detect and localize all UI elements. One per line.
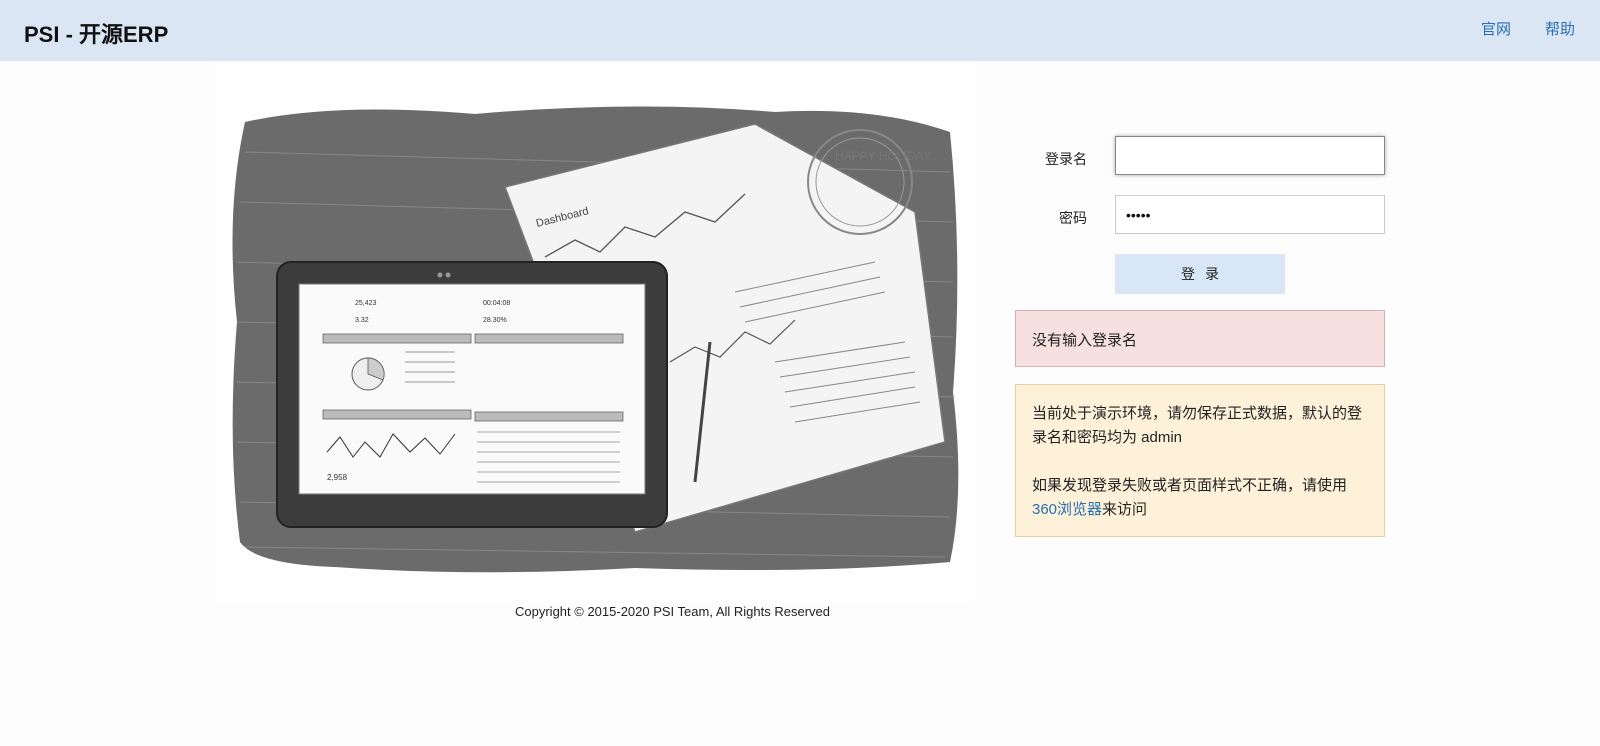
browser-360-link[interactable]: 360浏览器 <box>1032 501 1102 518</box>
username-label: 登录名 <box>1045 151 1087 167</box>
svg-text:HAPPY HOLIDAY: HAPPY HOLIDAY <box>835 149 931 163</box>
nav-link-official-site[interactable]: 官网 <box>1481 18 1511 39</box>
tablet-sketch: 25,423 00:04:08 3.32 28.30% 2,958 <box>276 261 668 528</box>
notice-browser-text: 如果发现登录失败或者页面样式不正确，请使用 <box>1032 477 1348 494</box>
password-label: 密码 <box>1059 210 1087 226</box>
password-input[interactable] <box>1115 195 1385 234</box>
svg-text:3.32: 3.32 <box>355 317 369 324</box>
top-bar: PSI - 开源ERP 官网 帮助 <box>0 0 1600 61</box>
username-input[interactable] <box>1115 136 1385 175</box>
svg-text:00:04:08: 00:04:08 <box>483 300 510 307</box>
app-title: PSI - 开源ERP <box>24 22 169 47</box>
svg-text:2,958: 2,958 <box>327 473 348 482</box>
svg-text:25,423: 25,423 <box>355 300 377 307</box>
notice-browser-hint: 如果发现登录失败或者页面样式不正确，请使用 360浏览器来访问 <box>1032 474 1368 522</box>
notice-default-credentials: 当前处于演示环境，请勿保存正式数据，默认的登录名和密码均为 admin <box>1032 405 1363 446</box>
nav-link-help[interactable]: 帮助 <box>1545 18 1575 39</box>
svg-text:28.30%: 28.30% <box>483 317 507 324</box>
notice-browser-suffix: 来访问 <box>1102 501 1148 518</box>
login-illustration: Dashboard HAPPY HOLIDAY 25,423 00:04:08 … <box>215 62 975 602</box>
copyright-text: Copyright © 2015-2020 PSI Team, All Righ… <box>515 604 831 619</box>
demo-notice: 当前处于演示环境，请勿保存正式数据，默认的登录名和密码均为 admin 如果发现… <box>1015 384 1385 537</box>
error-alert: 没有输入登录名 <box>1015 310 1385 367</box>
login-button[interactable]: 登录 <box>1115 254 1285 294</box>
